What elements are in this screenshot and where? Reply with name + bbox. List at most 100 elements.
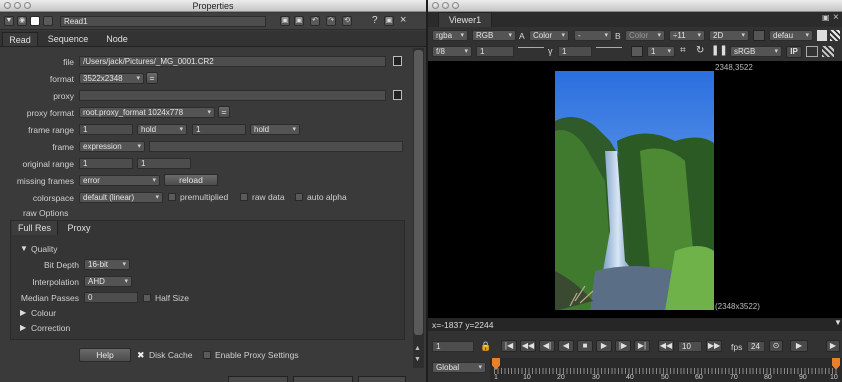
proxy-browse-icon[interactable] — [393, 90, 402, 100]
tab-read[interactable]: Read — [2, 32, 38, 46]
a-operation-dropdown[interactable]: - — [574, 30, 612, 41]
stop-button[interactable]: ■ — [577, 340, 593, 352]
tab-full-res[interactable]: Full Res — [12, 221, 58, 235]
collapse-triangle-icon[interactable]: ▼ — [4, 16, 14, 26]
node-name-input[interactable]: Read1 — [60, 16, 266, 27]
checkerboard-icon[interactable] — [830, 30, 840, 41]
undo-icon[interactable]: ↶ — [310, 16, 320, 26]
overlay-icon[interactable] — [806, 46, 818, 57]
viewer-minimize-button[interactable] — [442, 2, 449, 9]
timeline-range-dropdown[interactable]: Global — [432, 362, 486, 373]
original-range-end-input[interactable]: 1 — [137, 158, 191, 169]
tab-proxy[interactable]: Proxy — [60, 221, 98, 235]
sequence-button[interactable]: ▶ — [826, 340, 840, 352]
previous-keyframe-button[interactable]: ◀◀ — [520, 340, 536, 352]
reload-button[interactable]: reload — [164, 174, 218, 186]
settings-icon[interactable]: ▣ — [294, 16, 304, 26]
viewport[interactable]: 2348,3522 (2348x3522) — [428, 61, 842, 318]
refresh-icon[interactable]: ↻ — [696, 45, 704, 56]
interpolation-dropdown[interactable]: AHD — [84, 276, 132, 287]
bit-depth-dropdown[interactable]: 16-bit — [84, 259, 130, 270]
properties-scroll-thumb[interactable] — [414, 50, 423, 335]
minimize-window-button[interactable] — [14, 2, 21, 9]
redo-icon[interactable]: ↷ — [326, 16, 336, 26]
step-back-button[interactable]: ◀◀ — [658, 340, 674, 352]
scroll-up-icon[interactable]: ▲ — [414, 345, 421, 352]
premultiplied-checkbox[interactable] — [168, 193, 176, 201]
loop-mode-button[interactable]: ⊙ — [769, 340, 783, 352]
b-input-dropdown[interactable]: Color — [625, 30, 665, 41]
enable-proxy-checkbox[interactable] — [203, 351, 211, 359]
frame-range-end-input[interactable]: 1 — [192, 124, 246, 135]
float-viewer-icon[interactable]: ▣ — [822, 13, 830, 22]
zoom-dropdown[interactable]: ÷11 — [669, 30, 705, 41]
help-icon[interactable]: ? — [372, 15, 378, 26]
current-frame-input[interactable]: 1 — [432, 341, 474, 352]
previous-frame-button[interactable]: ◀| — [539, 340, 555, 352]
step-increment-input[interactable]: 10 — [678, 341, 702, 352]
pin-icon[interactable]: ◉ — [17, 16, 27, 26]
tab-sequence[interactable]: Sequence — [42, 32, 94, 46]
bottom-button-2[interactable] — [293, 376, 353, 382]
format-edit-button[interactable]: = — [146, 72, 158, 84]
proxy-format-edit-button[interactable]: = — [218, 106, 230, 118]
proxy-monitor-icon[interactable] — [631, 46, 643, 57]
close-window-button[interactable] — [4, 2, 11, 9]
fstop-dropdown[interactable]: f/8 — [432, 46, 472, 57]
colour-expand-icon[interactable]: ▶ — [20, 308, 26, 317]
gain-input[interactable]: 1 — [476, 46, 514, 57]
close-viewer-icon[interactable]: × — [833, 12, 839, 23]
scroll-down-icon[interactable]: ▼ — [414, 356, 421, 363]
window-controls[interactable] — [4, 2, 31, 9]
node-color-swatch[interactable] — [30, 16, 40, 26]
step-forward-button[interactable]: ▶▶ — [706, 340, 722, 352]
file-browse-icon[interactable] — [393, 56, 402, 66]
frame-expression-input[interactable] — [149, 141, 403, 152]
missing-frames-dropdown[interactable]: error — [79, 175, 160, 186]
pause-icon[interactable]: ❚❚ — [711, 45, 728, 56]
first-frame-button[interactable]: |◀ — [501, 340, 517, 352]
auto-alpha-checkbox[interactable] — [295, 193, 303, 201]
median-passes-input[interactable]: 0 — [84, 292, 138, 303]
flipbook-button[interactable]: ▶ — [790, 340, 808, 352]
float-icon[interactable]: ▣ — [384, 16, 394, 26]
tab-node[interactable]: Node — [98, 32, 136, 46]
a-input-dropdown[interactable]: Color — [529, 30, 569, 41]
viewer-window-controls[interactable] — [432, 2, 459, 9]
proxy-input[interactable] — [79, 90, 386, 101]
view-mode-dropdown[interactable]: 2D — [709, 30, 749, 41]
bottom-button-3[interactable] — [358, 376, 406, 382]
half-size-checkbox[interactable] — [143, 294, 151, 302]
input-process-toggle[interactable]: IP — [786, 46, 802, 58]
bottom-button-1[interactable] — [228, 376, 288, 382]
original-range-start-input[interactable]: 1 — [79, 158, 133, 169]
gamma-input[interactable]: 1 — [558, 46, 592, 57]
raw-data-checkbox[interactable] — [240, 193, 248, 201]
proxy-format-dropdown[interactable]: root.proxy_format 1024x778 — [79, 107, 215, 118]
last-frame-button[interactable]: ▶| — [634, 340, 650, 352]
colorspace-dropdown[interactable]: default (linear) — [79, 192, 163, 203]
wipe-icon[interactable] — [822, 46, 834, 57]
viewer-close-button[interactable] — [432, 2, 439, 9]
channels-dropdown[interactable]: rgba — [432, 30, 468, 41]
quality-expand-icon[interactable]: ▼ — [20, 244, 28, 253]
revert-icon[interactable]: ⟲ — [342, 16, 352, 26]
lut-dropdown[interactable]: defau — [769, 30, 813, 41]
status-expand-icon[interactable]: ▼ — [834, 318, 842, 327]
camera-icon[interactable] — [753, 30, 765, 41]
correction-expand-icon[interactable]: ▶ — [20, 323, 26, 332]
next-frame-button[interactable]: |▶ — [615, 340, 631, 352]
fps-input[interactable]: 24 — [747, 341, 765, 352]
viewer-zoom-button[interactable] — [452, 2, 459, 9]
frame-range-start-mode-dropdown[interactable]: hold — [137, 124, 187, 135]
lock-range-icon[interactable]: 🔒 — [480, 341, 491, 352]
node-tile-icon[interactable] — [43, 16, 53, 26]
roi-icon[interactable]: ⌗ — [680, 45, 686, 56]
float-panel-icon[interactable]: ▣ — [280, 16, 290, 26]
layer-dropdown[interactable]: RGB — [472, 30, 516, 41]
gamma-slider[interactable] — [596, 47, 622, 56]
frame-range-end-mode-dropdown[interactable]: hold — [250, 124, 300, 135]
display-colorspace-dropdown[interactable]: sRGB — [730, 46, 782, 57]
play-forward-button[interactable]: ▶ — [596, 340, 612, 352]
help-button[interactable]: Help — [79, 348, 131, 362]
